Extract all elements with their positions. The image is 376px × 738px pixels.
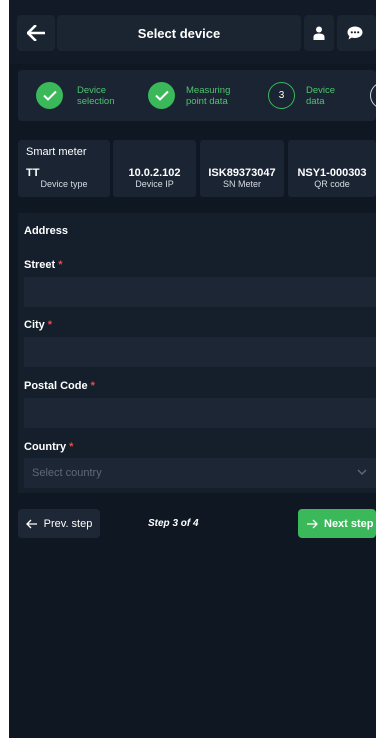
step-next[interactable]: [370, 70, 376, 121]
qr-code-card: NSY1-000303 QR code: [288, 140, 376, 197]
sn-meter-card: ISK89373047 SN Meter: [200, 140, 284, 197]
address-form: Address Street * City * Postal Code * Count…: [18, 213, 376, 493]
next-step-button[interactable]: Next step: [298, 509, 376, 538]
step-device-data[interactable]: 3 Device data: [268, 70, 335, 121]
back-button[interactable]: [17, 15, 55, 51]
device-type-label: Device type: [40, 179, 88, 189]
check-icon: [148, 82, 175, 109]
device-type-name: Smart meter: [26, 146, 87, 158]
sn-meter-label: SN Meter: [222, 179, 261, 189]
step-label: Measuring point data: [186, 84, 231, 107]
chat-bubble-icon: [347, 26, 363, 40]
postal-code-label: Postal Code *: [24, 380, 95, 392]
qr-code-value: NSY1-000303: [297, 167, 367, 179]
check-icon: [36, 82, 63, 109]
step-label: Device selection: [77, 84, 115, 107]
country-select[interactable]: Select country: [24, 458, 376, 488]
chat-button[interactable]: [337, 15, 376, 51]
street-input[interactable]: [24, 277, 376, 307]
prev-step-label: Prev. step: [43, 517, 93, 530]
device-ip-label: Device IP: [135, 179, 174, 189]
step-measuring-point-data[interactable]: Measuring point data: [148, 70, 230, 121]
step-device-selection[interactable]: Device selection: [36, 70, 115, 121]
postal-code-input[interactable]: [24, 398, 376, 428]
required-mark: *: [69, 441, 74, 453]
city-label: City *: [24, 319, 53, 331]
step-label: Device data: [306, 84, 336, 107]
app-screen: Select device Device selection Measuring…: [9, 0, 376, 738]
city-input[interactable]: [24, 337, 376, 367]
chevron-down-icon: [357, 469, 367, 475]
user-icon: [313, 26, 325, 40]
arrow-left-icon: [27, 25, 45, 41]
step-number-badge: 3: [268, 82, 295, 109]
progress-stepper: Device selection Measuring point data 3 …: [18, 70, 376, 121]
required-mark: *: [90, 380, 95, 392]
qr-code-label: QR code: [314, 179, 350, 189]
device-ip-value: 10.0.2.102: [128, 167, 181, 179]
user-button[interactable]: [304, 15, 334, 51]
sn-meter-value: ISK89373047: [208, 167, 276, 179]
required-mark: *: [47, 319, 53, 331]
country-label: Country *: [24, 441, 74, 453]
section-title: Address: [24, 225, 69, 237]
device-ip-card: 10.0.2.102 Device IP: [113, 140, 196, 197]
device-type-code: TT: [26, 167, 40, 179]
top-bar: Select device: [9, 0, 376, 64]
step-circle-icon: [370, 82, 376, 109]
street-label: Street *: [24, 259, 63, 271]
country-placeholder: Select country: [32, 467, 102, 479]
arrow-left-icon: [25, 519, 37, 528]
page-title: Select device: [57, 15, 301, 51]
device-type-card: Smart meter TT Device type: [18, 140, 110, 197]
required-mark: *: [58, 259, 63, 271]
arrow-right-icon: [307, 519, 318, 528]
step-indicator: Step 3 of 4: [148, 518, 199, 529]
prev-step-button[interactable]: Prev. step: [18, 509, 100, 538]
next-step-label: Next step: [324, 517, 374, 530]
